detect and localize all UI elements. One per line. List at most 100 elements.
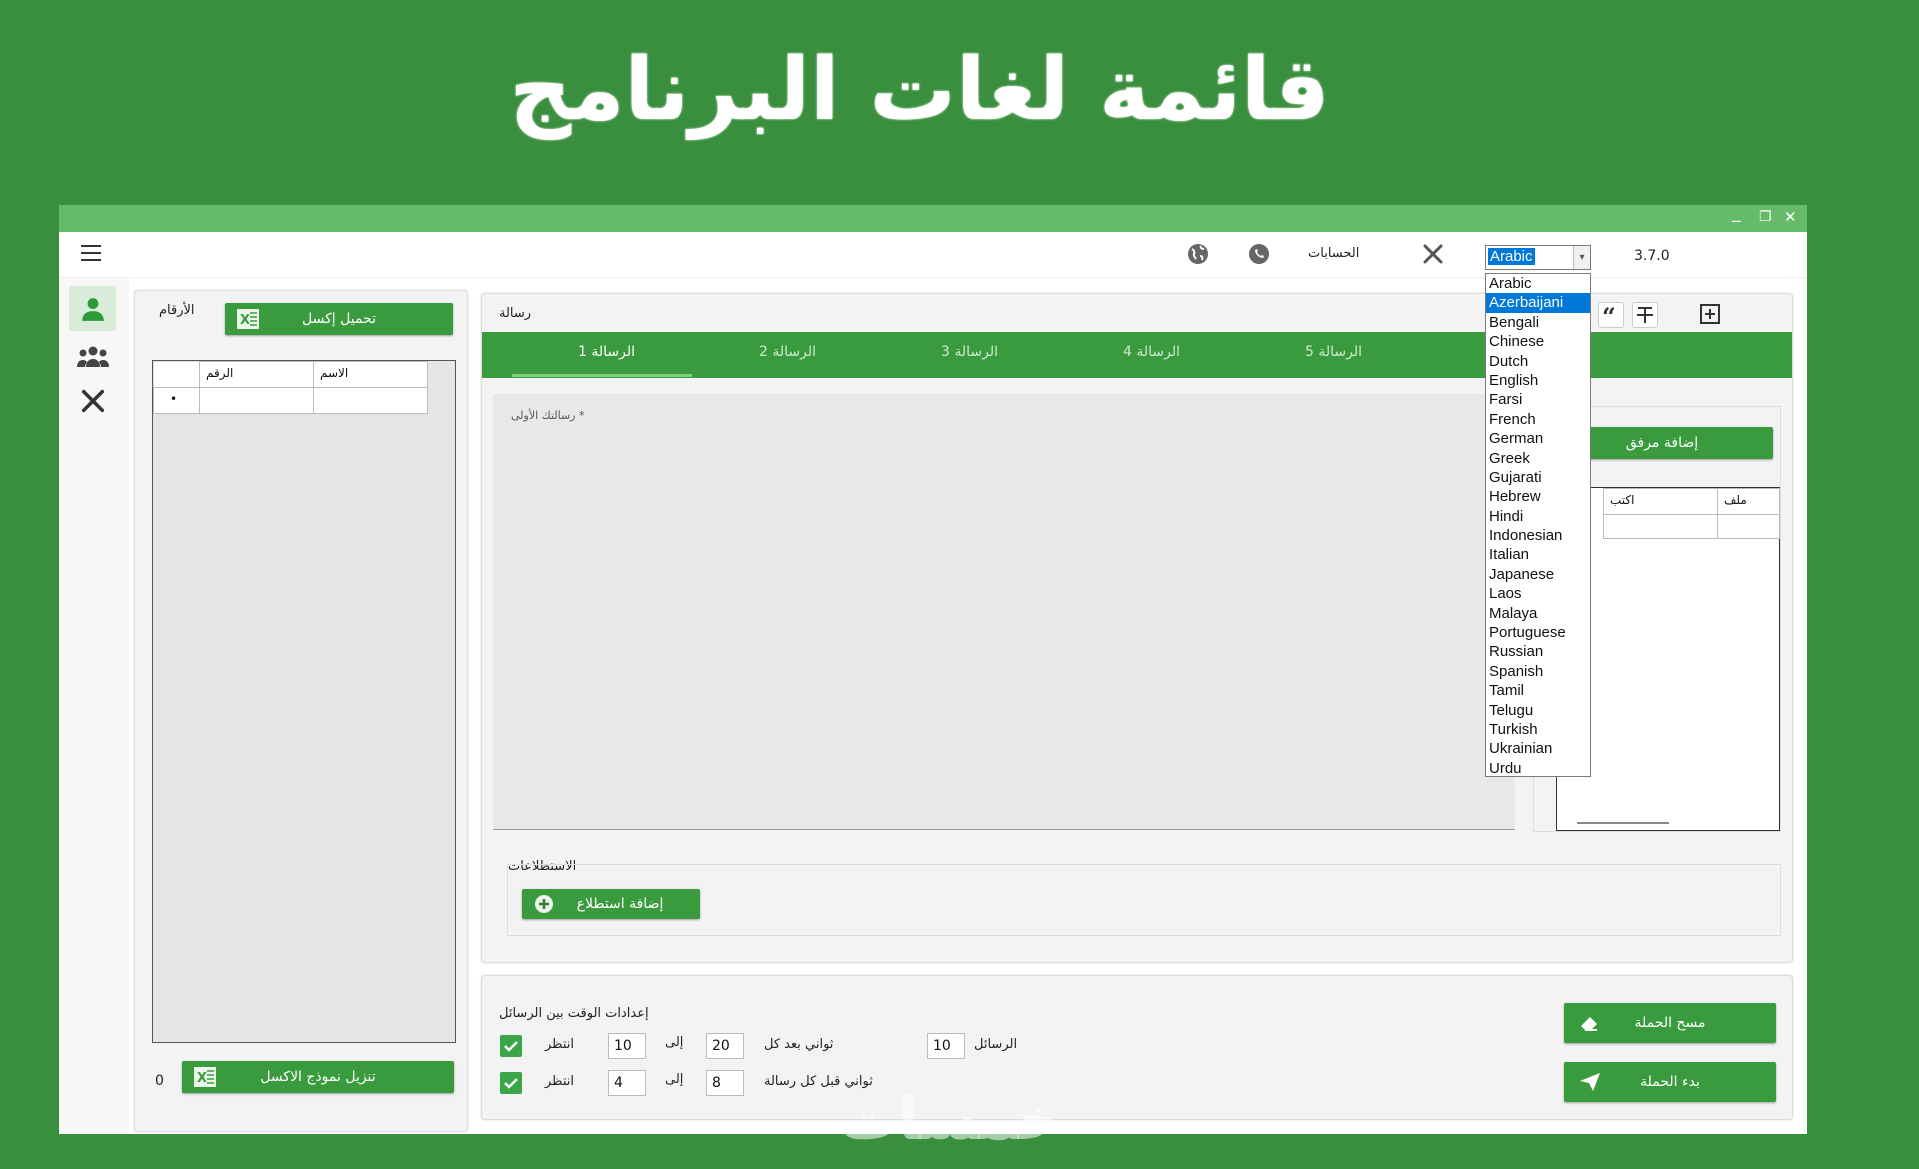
language-option[interactable]: Malaya	[1486, 604, 1590, 623]
load-excel-button[interactable]: X تحميل إكسل	[225, 303, 453, 335]
to-label: إلى	[665, 1072, 684, 1087]
download-template-button[interactable]: X تنزيل نموذج الاكسل	[182, 1061, 454, 1093]
globe-icon[interactable]	[1186, 242, 1210, 270]
add-box-icon[interactable]	[1698, 302, 1724, 328]
language-option[interactable]: Ukrainian	[1486, 739, 1590, 758]
banner-title: قائمة لغات البرنامج	[509, 40, 1331, 140]
tab-message-2[interactable]: الرسالة 2	[759, 344, 816, 360]
grid-corner	[153, 361, 200, 388]
active-tab-indicator	[512, 374, 692, 377]
language-option[interactable]: Azerbaijani	[1486, 293, 1590, 313]
horizontal-scrollbar[interactable]	[1577, 822, 1669, 824]
language-option[interactable]: Japanese	[1486, 565, 1590, 584]
tab-message-3[interactable]: الرسالة 3	[941, 344, 998, 360]
language-option[interactable]: English	[1486, 371, 1590, 390]
wait-before-checkbox[interactable]	[500, 1072, 522, 1094]
cell-number[interactable]	[199, 387, 314, 414]
clear-campaign-label: مسح الحملة	[1634, 1015, 1706, 1031]
excel-icon: X	[194, 1067, 216, 1091]
language-option[interactable]: German	[1486, 429, 1590, 448]
to-label: إلى	[665, 1035, 684, 1050]
message-tabs: الرسالة 1 الرسالة 2 الرسالة 3 الرسالة 4 …	[482, 332, 1792, 378]
minimize-button[interactable]: _	[1732, 205, 1741, 223]
start-campaign-button[interactable]: بدء الحملة	[1564, 1062, 1776, 1102]
eraser-icon	[1578, 1012, 1602, 1038]
language-option[interactable]: Greek	[1486, 449, 1590, 468]
language-option[interactable]: Hebrew	[1486, 487, 1590, 506]
cell-file[interactable]	[1717, 514, 1780, 539]
language-option[interactable]: Hindi	[1486, 507, 1590, 526]
language-option[interactable]: Telugu	[1486, 701, 1590, 720]
download-template-label: تنزيل نموذج الاكسل	[260, 1069, 376, 1085]
messages-count-input[interactable]: 10	[927, 1033, 965, 1059]
whatsapp-icon[interactable]	[1247, 242, 1271, 270]
cell-write[interactable]	[1603, 514, 1718, 539]
sidebar	[59, 278, 129, 1134]
language-selected: Arabic	[1488, 248, 1535, 265]
row-marker: •	[153, 387, 200, 414]
language-option[interactable]: Chinese	[1486, 332, 1590, 351]
svg-text:X: X	[240, 313, 250, 328]
row2-from-input[interactable]: 4	[608, 1070, 646, 1096]
chevron-down-icon[interactable]: ▾	[1573, 246, 1590, 269]
restore-button[interactable]: ❐	[1759, 209, 1772, 225]
send-icon	[1578, 1071, 1602, 1097]
clear-campaign-button[interactable]: مسح الحملة	[1564, 1003, 1776, 1043]
strikethrough-icon[interactable]	[1632, 302, 1658, 328]
svg-text:“: “	[1602, 303, 1616, 327]
title-bar: _ ❐ ✕	[59, 205, 1807, 232]
wait-after-checkbox[interactable]	[500, 1035, 522, 1057]
add-poll-button[interactable]: إضافة استطلاع	[522, 889, 700, 919]
message-title: رسالة	[499, 306, 532, 321]
language-option[interactable]: Arabic	[1486, 274, 1590, 293]
row1-to-input[interactable]: 20	[706, 1033, 744, 1059]
message-textarea[interactable]: رسالتك الأولى *	[493, 394, 1515, 830]
language-option[interactable]: Tamil	[1486, 681, 1590, 700]
add-poll-label: إضافة استطلاع	[576, 896, 664, 912]
language-option[interactable]: Russian	[1486, 642, 1590, 661]
cell-name[interactable]	[313, 387, 428, 414]
row1-text: ثواني بعد كل	[764, 1037, 834, 1052]
language-dropdown-list[interactable]: Arabic Azerbaijani Bengali Chinese Dutch Engl…	[1485, 273, 1591, 777]
version-label: 3.7.0	[1634, 248, 1670, 264]
language-option[interactable]: Turkish	[1486, 720, 1590, 739]
close-button[interactable]: ✕	[1784, 208, 1797, 226]
language-option[interactable]: Portuguese	[1486, 623, 1590, 642]
language-option[interactable]: Laos	[1486, 584, 1590, 603]
sidebar-item-contacts[interactable]	[69, 286, 116, 331]
column-header-file: ملف	[1717, 488, 1780, 515]
column-header-name: الاسم	[313, 361, 428, 388]
language-option[interactable]: Spanish	[1486, 662, 1590, 681]
accounts-label[interactable]: الحسابات	[1308, 246, 1359, 261]
language-option[interactable]: French	[1486, 410, 1590, 429]
language-option[interactable]: Italian	[1486, 545, 1590, 564]
language-option[interactable]: Gujarati	[1486, 468, 1590, 487]
language-option[interactable]: Farsi	[1486, 390, 1590, 409]
sidebar-item-settings[interactable]	[69, 378, 116, 423]
tab-message-1[interactable]: الرسالة 1	[578, 344, 635, 360]
svg-text:X: X	[197, 1071, 207, 1086]
row1-from-input[interactable]: 10	[608, 1033, 646, 1059]
menu-icon[interactable]	[81, 245, 101, 261]
language-option[interactable]: Indonesian	[1486, 526, 1590, 545]
language-option[interactable]: Bengali	[1486, 313, 1590, 332]
messages-label: الرسائل	[974, 1037, 1018, 1052]
quote-icon[interactable]: “	[1598, 302, 1624, 331]
language-select[interactable]: Arabic ▾	[1485, 245, 1591, 270]
sidebar-item-groups[interactable]	[69, 334, 116, 379]
tab-message-5[interactable]: الرسالة 5	[1305, 344, 1362, 360]
language-option[interactable]: Urdu	[1486, 759, 1590, 778]
row2-to-input[interactable]: 8	[706, 1070, 744, 1096]
tab-message-4[interactable]: الرسالة 4	[1123, 344, 1180, 360]
timing-title: إعدادات الوقت بين الرسائل	[499, 1006, 649, 1021]
excel-icon: X	[237, 309, 259, 333]
user-icon	[81, 297, 104, 321]
column-header-number: الرقم	[199, 361, 314, 388]
banner: قائمة لغات البرنامج	[0, 40, 1919, 140]
language-option[interactable]: Dutch	[1486, 352, 1590, 371]
plus-circle-icon	[534, 894, 554, 918]
numbers-grid[interactable]: الرقم الاسم •	[152, 360, 456, 1043]
tools-icon[interactable]	[1421, 242, 1445, 270]
message-placeholder: رسالتك الأولى *	[511, 409, 585, 422]
timing-panel: إعدادات الوقت بين الرسائل انتظر 10 إلى 2…	[481, 975, 1793, 1120]
